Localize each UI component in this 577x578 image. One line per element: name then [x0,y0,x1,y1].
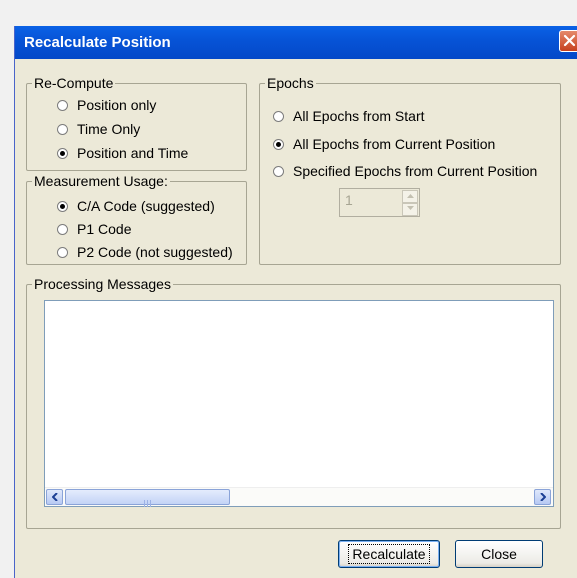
arrow-right-icon [540,493,546,501]
radio-button[interactable] [273,165,284,177]
epochs-count-spinner[interactable]: 1 [339,188,420,217]
arrow-down-icon [407,206,414,210]
close-icon [563,34,576,47]
close-window-button[interactable] [559,30,577,52]
radio-specified-epochs[interactable]: Specified Epochs from Current Position [273,161,537,181]
recalculate-button-label: Recalculate [348,544,430,564]
scroll-left-button[interactable] [46,489,63,505]
radio-button[interactable] [273,138,284,150]
radio-ca-code[interactable]: C/A Code (suggested) [57,196,215,216]
radio-button[interactable] [57,147,68,159]
spinner-buttons [402,190,418,216]
close-button[interactable]: Close [455,540,543,568]
spinner-value: 1 [345,192,353,208]
radio-label: All Epochs from Current Position [293,136,496,152]
dialog-title: Recalculate Position [24,34,171,51]
scroll-thumb-grip [144,494,154,507]
spin-down-button[interactable] [402,203,418,216]
radio-label: Time Only [77,121,141,137]
radio-button[interactable] [273,110,284,122]
radio-p2-code[interactable]: P2 Code (not suggested) [57,242,233,262]
radio-label: Position only [77,97,157,113]
radio-button[interactable] [57,123,68,135]
arrow-left-icon [52,493,58,501]
radio-button[interactable] [57,99,68,111]
radio-all-epochs-current-position[interactable]: All Epochs from Current Position [273,134,495,154]
radio-label: P2 Code (not suggested) [77,244,233,260]
radio-position-and-time[interactable]: Position and Time [57,143,188,163]
radio-label: Position and Time [77,145,189,161]
radio-label: Specified Epochs from Current Position [293,163,538,179]
radio-p1-code[interactable]: P1 Code [57,219,131,239]
title-bar[interactable]: Recalculate Position [15,26,577,59]
measurement-legend: Measurement Usage: [34,173,168,189]
radio-all-epochs-from-start[interactable]: All Epochs from Start [273,106,425,126]
radio-position-only[interactable]: Position only [57,95,156,115]
radio-button[interactable] [57,246,68,258]
processing-messages-list[interactable] [44,300,554,507]
recalculate-button[interactable]: Recalculate [338,540,440,568]
radio-label: P1 Code [77,221,132,237]
horizontal-scrollbar[interactable] [45,487,553,507]
radio-time-only[interactable]: Time Only [57,119,140,139]
radio-label: All Epochs from Start [293,108,425,124]
arrow-up-icon [407,194,414,198]
radio-button[interactable] [57,200,68,212]
processing-messages-legend: Processing Messages [34,276,171,292]
scroll-right-button[interactable] [534,489,551,505]
radio-button[interactable] [57,223,68,235]
spin-up-button[interactable] [402,190,418,203]
close-button-label: Close [481,546,517,562]
epochs-legend: Epochs [267,75,314,91]
radio-label: C/A Code (suggested) [77,198,215,214]
scroll-thumb[interactable] [65,489,230,507]
recompute-legend: Re-Compute [34,75,114,91]
